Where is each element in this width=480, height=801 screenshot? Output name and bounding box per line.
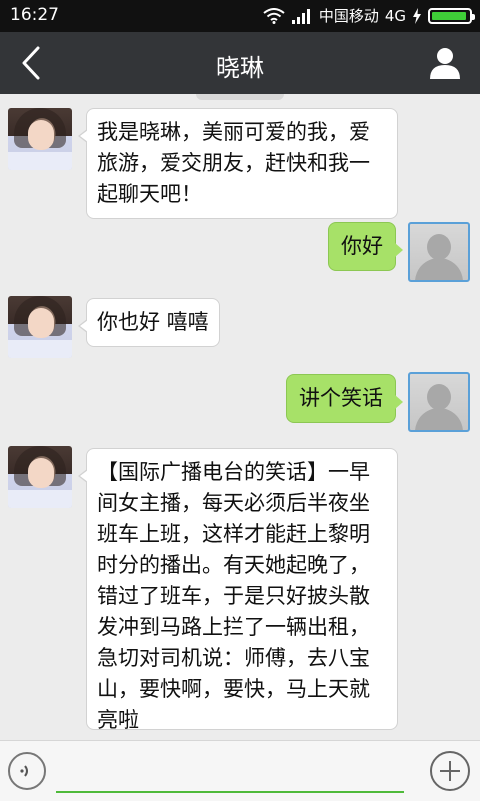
received-message: 你也好 嘻嘻 <box>78 298 220 347</box>
status-bar: 16:27 中国移动 4G <box>0 0 480 32</box>
voice-icon[interactable] <box>8 752 46 790</box>
contact-avatar[interactable] <box>8 296 72 358</box>
status-time: 16:27 <box>10 5 59 25</box>
sent-message: 讲个笑话 <box>286 374 403 423</box>
user-avatar[interactable] <box>408 372 470 432</box>
battery-icon <box>428 7 475 24</box>
person-icon[interactable] <box>428 46 462 80</box>
input-bar <box>0 740 480 801</box>
charging-bolt-icon <box>413 7 421 24</box>
status-indicators: 中国移动 4G <box>263 5 475 26</box>
plus-icon[interactable] <box>430 751 470 791</box>
title-bar: 晓琳 <box>0 32 480 94</box>
pull-tab <box>196 94 284 100</box>
contact-avatar[interactable] <box>8 108 72 170</box>
network-type: 4G <box>384 6 406 25</box>
received-message: 我是晓琳，美丽可爱的我，爱旅游，爱交朋友，赶快和我一起聊天吧！ <box>78 108 398 219</box>
user-avatar[interactable] <box>408 222 470 282</box>
sent-message: 你好 <box>328 222 403 271</box>
wifi-icon <box>263 7 285 24</box>
chat-title: 晓琳 <box>216 54 264 82</box>
signal-icon <box>291 8 310 24</box>
chat-area[interactable]: 我是晓琳，美丽可爱的我，爱旅游，爱交朋友，赶快和我一起聊天吧！ 你好 你也好 嘻… <box>0 94 480 740</box>
message-input[interactable] <box>56 751 404 793</box>
carrier-name: 中国移动 <box>318 7 379 25</box>
received-message: 【国际广播电台的笑话】一早间女主播，每天必须后半夜坐班车上班，这样才能赶上黎明时… <box>78 448 398 732</box>
contact-avatar[interactable] <box>8 446 72 508</box>
battery-fill <box>432 11 466 20</box>
